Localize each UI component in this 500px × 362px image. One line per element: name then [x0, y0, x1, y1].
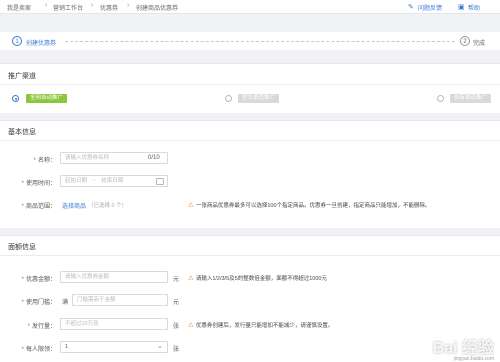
channel-own-radio[interactable]: [437, 95, 444, 102]
progress-steps: 1 创建优惠券 2 完成: [0, 32, 500, 50]
channel-official-radio[interactable]: [225, 95, 232, 102]
channel-official-tag[interactable]: 官方渠道推广: [238, 94, 280, 103]
feedback-icon: ✎: [408, 4, 414, 11]
panel-divider: [0, 255, 500, 256]
end-date-placeholder: 结束日期: [101, 178, 124, 184]
channel-auto-tag[interactable]: 全网自动推广: [26, 94, 68, 103]
calendar-icon[interactable]: [156, 178, 164, 185]
panel-divider: [0, 140, 500, 141]
channel-own-tag[interactable]: 自有渠道推广: [450, 94, 492, 103]
threshold-label: * 使用门槛：: [21, 300, 56, 306]
watermark-logo: Bai 经验: [432, 340, 494, 357]
breadcrumb-item-seller[interactable]: 我是卖家: [7, 3, 31, 12]
watermark-url: jingyan.baidu.com: [453, 356, 494, 362]
breadcrumb-item-marketing[interactable]: 营销工作台: [53, 3, 83, 12]
feedback-link[interactable]: 问题反馈: [418, 3, 442, 12]
breadcrumb-separator: ›: [45, 2, 48, 9]
top-bar: 我是卖家 › 营销工作台 › 优惠券 › 创建商品优惠券 ✎ 问题反馈 ▣ 帮助: [0, 0, 500, 14]
time-label: * 使用时间：: [21, 181, 56, 187]
per-person-limit-label: * 每人限领：: [21, 347, 56, 353]
issue-quantity-label: * 发行量：: [27, 324, 56, 330]
help-icon: ▣: [458, 4, 465, 11]
selected-count: （已选择 0 个）: [88, 203, 128, 209]
step-1-label: 创建优惠券: [26, 41, 57, 47]
per-person-limit-select[interactable]: 1: [60, 341, 168, 353]
breadcrumb-item-current: 创建商品优惠券: [136, 6, 179, 12]
warning-icon: ⚠: [188, 275, 194, 282]
threshold-prefix: 满: [62, 300, 69, 306]
step-2-circle: 2: [460, 36, 470, 46]
name-label: * 名称：: [33, 158, 56, 164]
warning-icon: ⚠: [188, 202, 194, 209]
scope-hint: ⚠ 一张商品优惠券最多可以选择100个指定商品。优惠券一旦创建，指定商品只能增加，…: [188, 202, 431, 209]
basic-info-panel: 基本信息 * 名称： 请输入优惠券名称 0/10 * 使用时间： 起始日期 ~ 结束…: [0, 120, 500, 228]
breadcrumb-separator: ›: [127, 2, 130, 9]
breadcrumb-item-coupons[interactable]: 优惠券: [100, 3, 118, 12]
name-char-counter: 0/10: [148, 155, 160, 161]
breadcrumb-separator: ›: [91, 2, 94, 9]
basic-info-title: 基本信息: [8, 129, 36, 136]
warning-icon: ⚠: [188, 322, 194, 329]
issue-quantity-input[interactable]: 不超过10万张: [60, 318, 168, 330]
date-range-separator: ~: [92, 178, 96, 184]
start-date-placeholder: 起始日期: [65, 178, 88, 184]
channel-title: 推广渠道: [8, 73, 36, 80]
issue-quantity-unit: 张: [173, 324, 180, 330]
coupon-value-unit: 元: [173, 277, 180, 283]
step-2-label: 完成: [473, 41, 486, 47]
help-link[interactable]: 帮助: [468, 3, 480, 12]
channel-panel: 推广渠道 全网自动推广 官方渠道推广 自有渠道推广: [0, 63, 500, 113]
step-1-circle: 1: [12, 36, 22, 46]
threshold-input[interactable]: 门槛需高于金额: [72, 294, 168, 306]
issue-quantity-hint: ⚠ 优惠券创建后，发行量只能增加不能减少，请谨慎设置。: [188, 322, 334, 329]
coupon-value-hint: ⚠ 请输入1/2/3/5及5的整数倍金额，面额不得超过1000元: [188, 275, 327, 282]
select-products-link[interactable]: 选择商品: [62, 201, 86, 210]
amount-info-panel: 面额信息 * 优惠金额： 请输入优惠券金额 元 ⚠ 请输入1/2/3/5及5的整数倍…: [0, 235, 500, 362]
chevron-down-icon[interactable]: ⌄: [157, 342, 163, 350]
amount-info-title: 面额信息: [8, 244, 36, 251]
coupon-value-input[interactable]: 请输入优惠券金额: [60, 271, 168, 283]
panel-divider: [0, 84, 500, 85]
scope-label: * 商品范围：: [21, 204, 56, 210]
step-connector: [65, 41, 455, 42]
channel-auto-radio[interactable]: [12, 95, 19, 102]
threshold-unit: 元: [173, 300, 180, 306]
per-person-limit-unit: 张: [173, 347, 180, 353]
coupon-value-label: * 优惠金额：: [21, 277, 56, 283]
date-range-input[interactable]: 起始日期 ~ 结束日期: [60, 175, 168, 187]
